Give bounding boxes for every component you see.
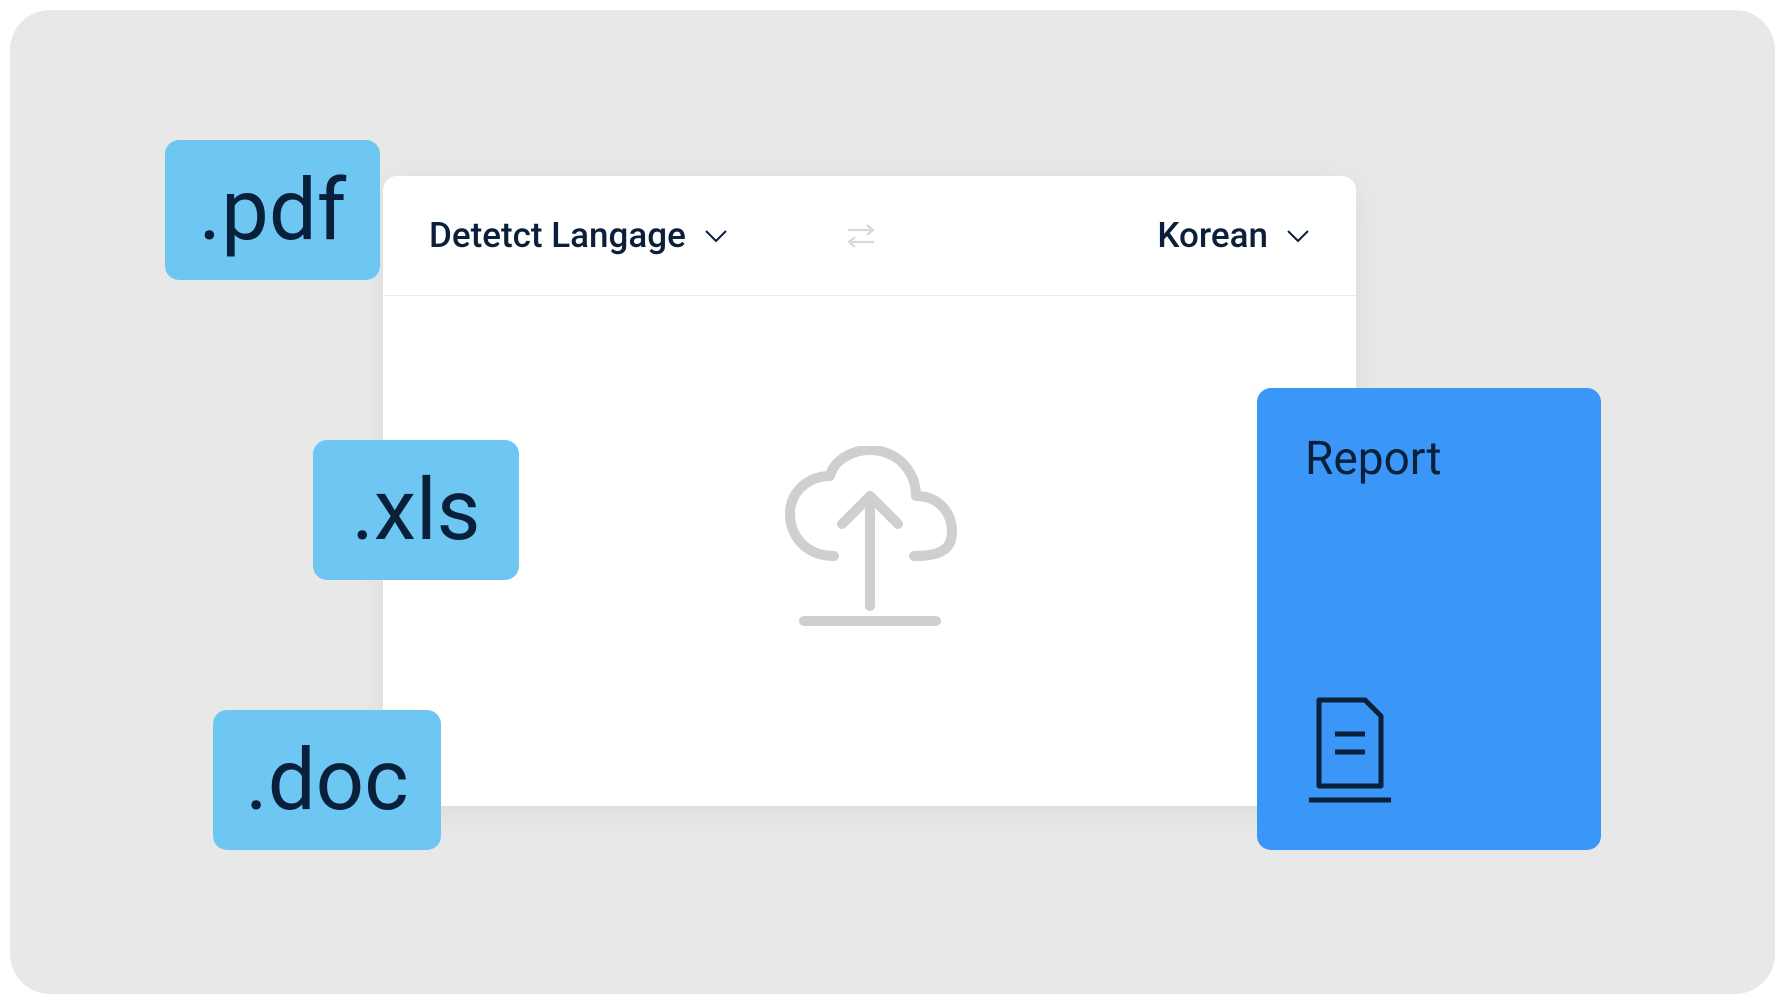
file-type-label: .pdf <box>199 168 347 253</box>
chevron-down-icon <box>704 229 728 243</box>
report-title: Report <box>1305 432 1553 486</box>
swap-arrows-icon <box>843 218 879 254</box>
file-type-chip-doc[interactable]: .doc <box>213 710 441 850</box>
canvas-background: Detetct Langage Korean <box>10 10 1775 994</box>
swap-languages-button[interactable] <box>843 218 879 254</box>
source-language-label: Detetct Langage <box>429 215 686 256</box>
report-card[interactable]: Report <box>1257 388 1601 850</box>
cloud-upload-icon <box>776 446 964 656</box>
file-type-label: .xls <box>351 468 480 553</box>
panel-header: Detetct Langage Korean <box>383 176 1356 296</box>
source-language-dropdown[interactable]: Detetct Langage <box>429 215 728 256</box>
file-type-label: .doc <box>245 738 408 823</box>
chevron-down-icon <box>1286 229 1310 243</box>
file-type-chip-xls[interactable]: .xls <box>313 440 519 580</box>
target-language-dropdown[interactable]: Korean <box>1157 215 1310 256</box>
file-type-chip-pdf[interactable]: .pdf <box>165 140 380 280</box>
upload-drop-zone[interactable] <box>383 296 1356 806</box>
target-language-label: Korean <box>1157 215 1268 256</box>
translate-panel: Detetct Langage Korean <box>383 176 1356 806</box>
document-icon <box>1305 696 1395 806</box>
